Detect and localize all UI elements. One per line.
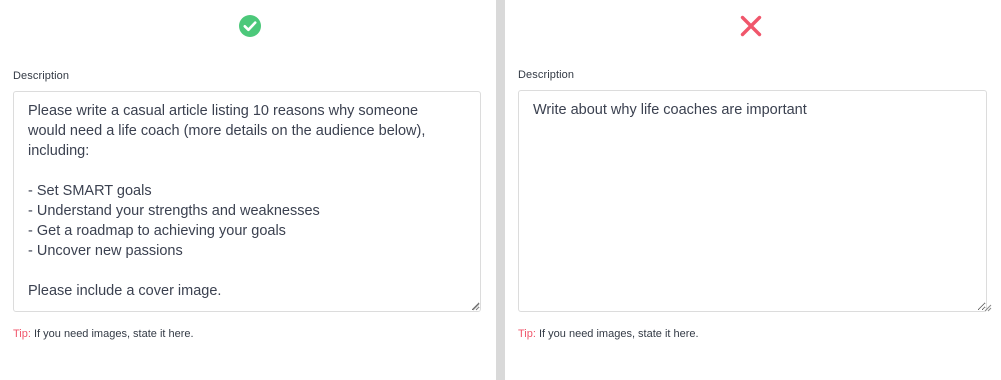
tip-text: Tip: If you need images, state it here. bbox=[518, 328, 699, 340]
tip-message: If you need images, state it here. bbox=[535, 328, 699, 340]
resize-handle-icon[interactable] bbox=[472, 303, 480, 311]
comparison-view: Description Please write a casual articl… bbox=[0, 0, 1001, 380]
tip-label: Tip: bbox=[13, 328, 31, 340]
resize-handle-icon[interactable] bbox=[984, 304, 992, 312]
bad-example-panel: Description Write about why life coaches… bbox=[505, 0, 1001, 380]
panel-divider bbox=[496, 0, 505, 380]
description-label: Description bbox=[518, 69, 575, 81]
description-textarea[interactable]: Write about why life coaches are importa… bbox=[518, 90, 987, 312]
tip-text: Tip: If you need images, state it here. bbox=[13, 328, 194, 340]
good-example-panel: Description Please write a casual articl… bbox=[0, 0, 496, 380]
description-label: Description bbox=[13, 70, 70, 82]
description-textarea[interactable]: Please write a casual article listing 10… bbox=[13, 91, 481, 312]
cross-icon bbox=[740, 15, 762, 37]
tip-message: If you need images, state it here. bbox=[30, 328, 194, 340]
tip-label: Tip: bbox=[518, 328, 536, 340]
check-circle-icon bbox=[239, 15, 261, 37]
